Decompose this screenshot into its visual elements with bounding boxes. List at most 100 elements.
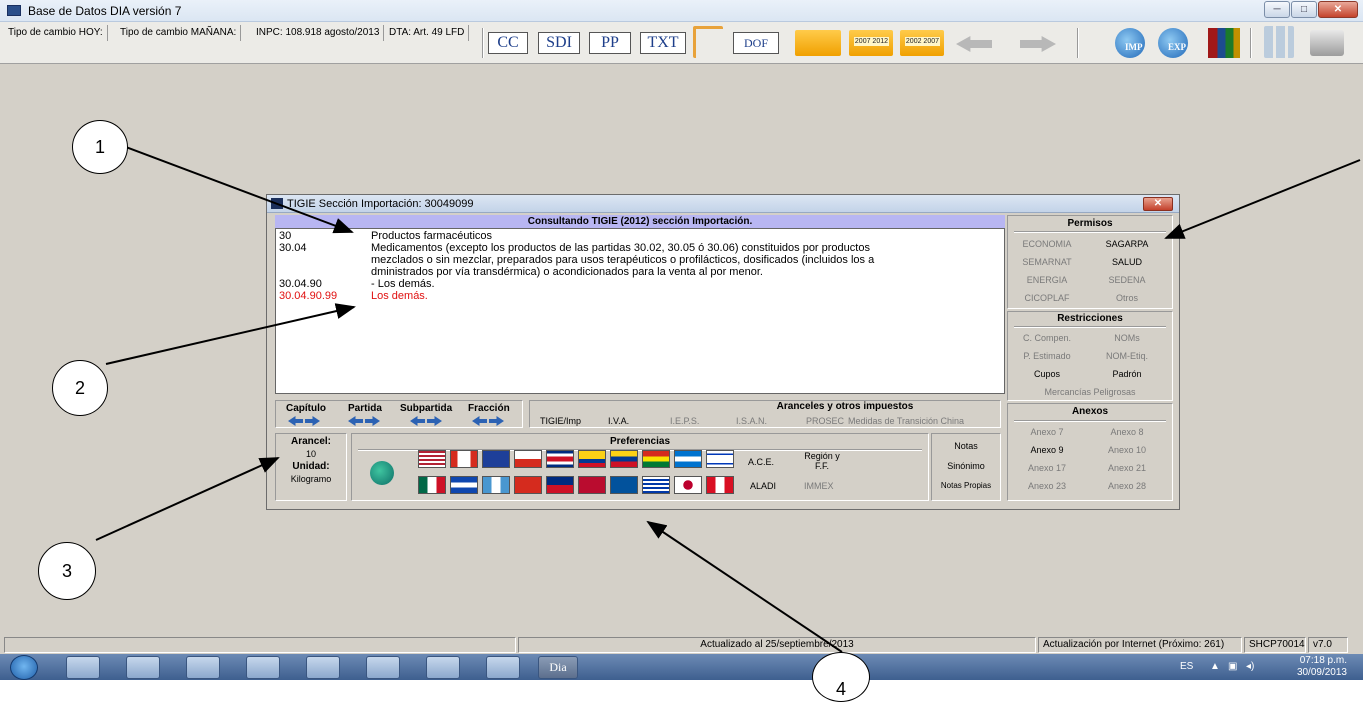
mexico-flag-icon[interactable] xyxy=(418,476,446,494)
export-globe-button[interactable]: EXP xyxy=(1158,28,1188,58)
dialog-close-button[interactable]: ✕ xyxy=(1143,197,1173,211)
prosec-button[interactable]: PROSEC xyxy=(806,415,844,427)
anexo-7[interactable]: Anexo 7 xyxy=(1012,426,1082,438)
import-globe-button[interactable]: IMP xyxy=(1115,28,1145,58)
explorer-icon[interactable] xyxy=(66,656,100,679)
permiso-cicoplaf[interactable]: CICOPLAF xyxy=(1012,292,1082,304)
minimize-button[interactable]: ─ xyxy=(1264,1,1290,18)
restriccion-cupos[interactable]: Cupos xyxy=(1012,368,1082,380)
eu-flag-icon[interactable] xyxy=(482,450,510,468)
word-icon[interactable] xyxy=(486,656,520,679)
liechtenstein-flag-icon[interactable] xyxy=(546,476,574,494)
outlook-icon[interactable] xyxy=(246,656,280,679)
permiso-sedena[interactable]: SEDENA xyxy=(1092,274,1162,286)
costa-rica-flag-icon[interactable] xyxy=(546,450,574,468)
maximize-button[interactable]: □ xyxy=(1291,1,1317,18)
honduras-flag-icon[interactable] xyxy=(674,450,702,468)
ace-button[interactable]: A.C.E. xyxy=(748,456,774,468)
anexo-21[interactable]: Anexo 21 xyxy=(1092,462,1162,474)
tariff-row-30049099[interactable]: 30.04.90.99 Los demás. xyxy=(279,290,428,302)
forward-arrow-icon[interactable] xyxy=(1020,36,1056,52)
fraccion-arrows-icon[interactable] xyxy=(472,416,504,426)
dof-button[interactable]: DOF xyxy=(733,32,779,54)
printer-icon[interactable] xyxy=(1310,30,1344,56)
japan-flag-icon[interactable] xyxy=(674,476,702,494)
sinonimo-button[interactable]: Sinónimo xyxy=(932,460,1000,472)
internet-explorer-icon[interactable] xyxy=(126,656,160,679)
snipping-tool-icon[interactable] xyxy=(426,656,460,679)
folder-2007-2012-button[interactable]: 2007 2012 xyxy=(849,30,893,56)
permiso-otros[interactable]: Otros xyxy=(1092,292,1162,304)
dia-taskbar-button[interactable]: Dia xyxy=(538,656,578,679)
world-globe-icon[interactable] xyxy=(370,461,394,485)
region-ff-button[interactable]: Región y F.F. xyxy=(800,451,844,471)
back-arrow-icon[interactable] xyxy=(956,36,992,52)
isan-button[interactable]: I.S.A.N. xyxy=(736,415,767,427)
capitulo-arrows-icon[interactable] xyxy=(288,416,320,426)
norway-flag-icon[interactable] xyxy=(578,476,606,494)
mercancias-peligrosas-button[interactable]: Mercancías Peligrosas xyxy=(1008,386,1172,398)
el-salvador-flag-icon[interactable] xyxy=(450,476,478,494)
sdi-button[interactable]: SDI xyxy=(538,32,580,54)
anexo-8[interactable]: Anexo 8 xyxy=(1092,426,1162,438)
restriccion-padron[interactable]: Padrón xyxy=(1092,368,1162,380)
permiso-energia[interactable]: ENERGIA xyxy=(1012,274,1082,286)
tariff-row-300490[interactable]: 30.04.90- Los demás. xyxy=(279,278,435,290)
cc-button[interactable]: CC xyxy=(488,32,528,54)
usa-flag-icon[interactable] xyxy=(418,450,446,468)
books-icon[interactable] xyxy=(1208,28,1240,58)
close-button[interactable]: ✕ xyxy=(1318,1,1358,18)
ieps-button[interactable]: I.E.P.S. xyxy=(670,415,699,427)
media-player-icon[interactable] xyxy=(186,656,220,679)
switzerland-flag-icon[interactable] xyxy=(514,476,542,494)
uruguay-flag-icon[interactable] xyxy=(642,476,670,494)
language-indicator[interactable]: ES xyxy=(1180,654,1193,680)
permiso-sagarpa[interactable]: SAGARPA xyxy=(1092,238,1162,250)
immex-button[interactable]: IMMEX xyxy=(804,480,834,492)
medidas-china-button[interactable]: Medidas de Transición China xyxy=(848,415,964,427)
network-icon[interactable]: ▣ xyxy=(1228,654,1237,680)
notas-button[interactable]: Notas xyxy=(932,440,1000,452)
permiso-economia[interactable]: ECONOMIA xyxy=(1012,238,1082,250)
folder-icon[interactable] xyxy=(795,30,841,56)
tree-icon[interactable] xyxy=(693,26,723,58)
folder-2002-2007-button[interactable]: 2002 2007 xyxy=(900,30,944,56)
remote-desktop-icon[interactable] xyxy=(366,656,400,679)
anexo-9[interactable]: Anexo 9 xyxy=(1012,444,1082,456)
restriccion-nom-etiq[interactable]: NOM-Etiq. xyxy=(1092,350,1162,362)
calculator-icon[interactable] xyxy=(306,656,340,679)
peru-flag-icon[interactable] xyxy=(706,476,734,494)
columns-icon[interactable] xyxy=(1264,26,1294,58)
restriccion-noms[interactable]: NOMs xyxy=(1092,332,1162,344)
tariff-row-3004[interactable]: 30.04 Medicamentos (excepto los productos… xyxy=(279,242,870,254)
pp-button[interactable]: PP xyxy=(589,32,631,54)
guatemala-flag-icon[interactable] xyxy=(482,476,510,494)
iva-button[interactable]: I.V.A. xyxy=(608,415,629,427)
anexo-23[interactable]: Anexo 23 xyxy=(1012,480,1082,492)
bolivia-flag-icon[interactable] xyxy=(642,450,670,468)
subpartida-arrows-icon[interactable] xyxy=(410,416,442,426)
start-button-icon[interactable] xyxy=(10,655,38,680)
tray-arrow-icon[interactable]: ▲ xyxy=(1210,654,1220,680)
permiso-salud[interactable]: SALUD xyxy=(1092,256,1162,268)
anexo-28[interactable]: Anexo 28 xyxy=(1092,480,1162,492)
restriccion-p-estimado[interactable]: P. Estimado xyxy=(1012,350,1082,362)
partida-arrows-icon[interactable] xyxy=(348,416,380,426)
aladi-button[interactable]: ALADI xyxy=(750,480,776,492)
canada-flag-icon[interactable] xyxy=(450,450,478,468)
tigie-imp-button[interactable]: TIGIE/Imp xyxy=(540,415,581,427)
txt-button[interactable]: TXT xyxy=(640,32,686,54)
venezuela-flag-icon[interactable] xyxy=(610,450,638,468)
iceland-flag-icon[interactable] xyxy=(610,476,638,494)
permiso-semarnat[interactable]: SEMARNAT xyxy=(1012,256,1082,268)
tariff-row-30[interactable]: 30 Productos farmacéuticos xyxy=(279,230,492,242)
colombia-flag-icon[interactable] xyxy=(578,450,606,468)
clock[interactable]: 07:18 p.m. 30/09/2013 xyxy=(1297,655,1347,679)
notas-propias-button[interactable]: Notas Propias xyxy=(932,480,1000,492)
israel-flag-icon[interactable] xyxy=(706,450,734,468)
volume-icon[interactable]: ◂) xyxy=(1246,654,1254,680)
anexo-10[interactable]: Anexo 10 xyxy=(1092,444,1162,456)
chile-flag-icon[interactable] xyxy=(514,450,542,468)
restriccion-c-compen[interactable]: C. Compen. xyxy=(1012,332,1082,344)
anexo-17[interactable]: Anexo 17 xyxy=(1012,462,1082,474)
